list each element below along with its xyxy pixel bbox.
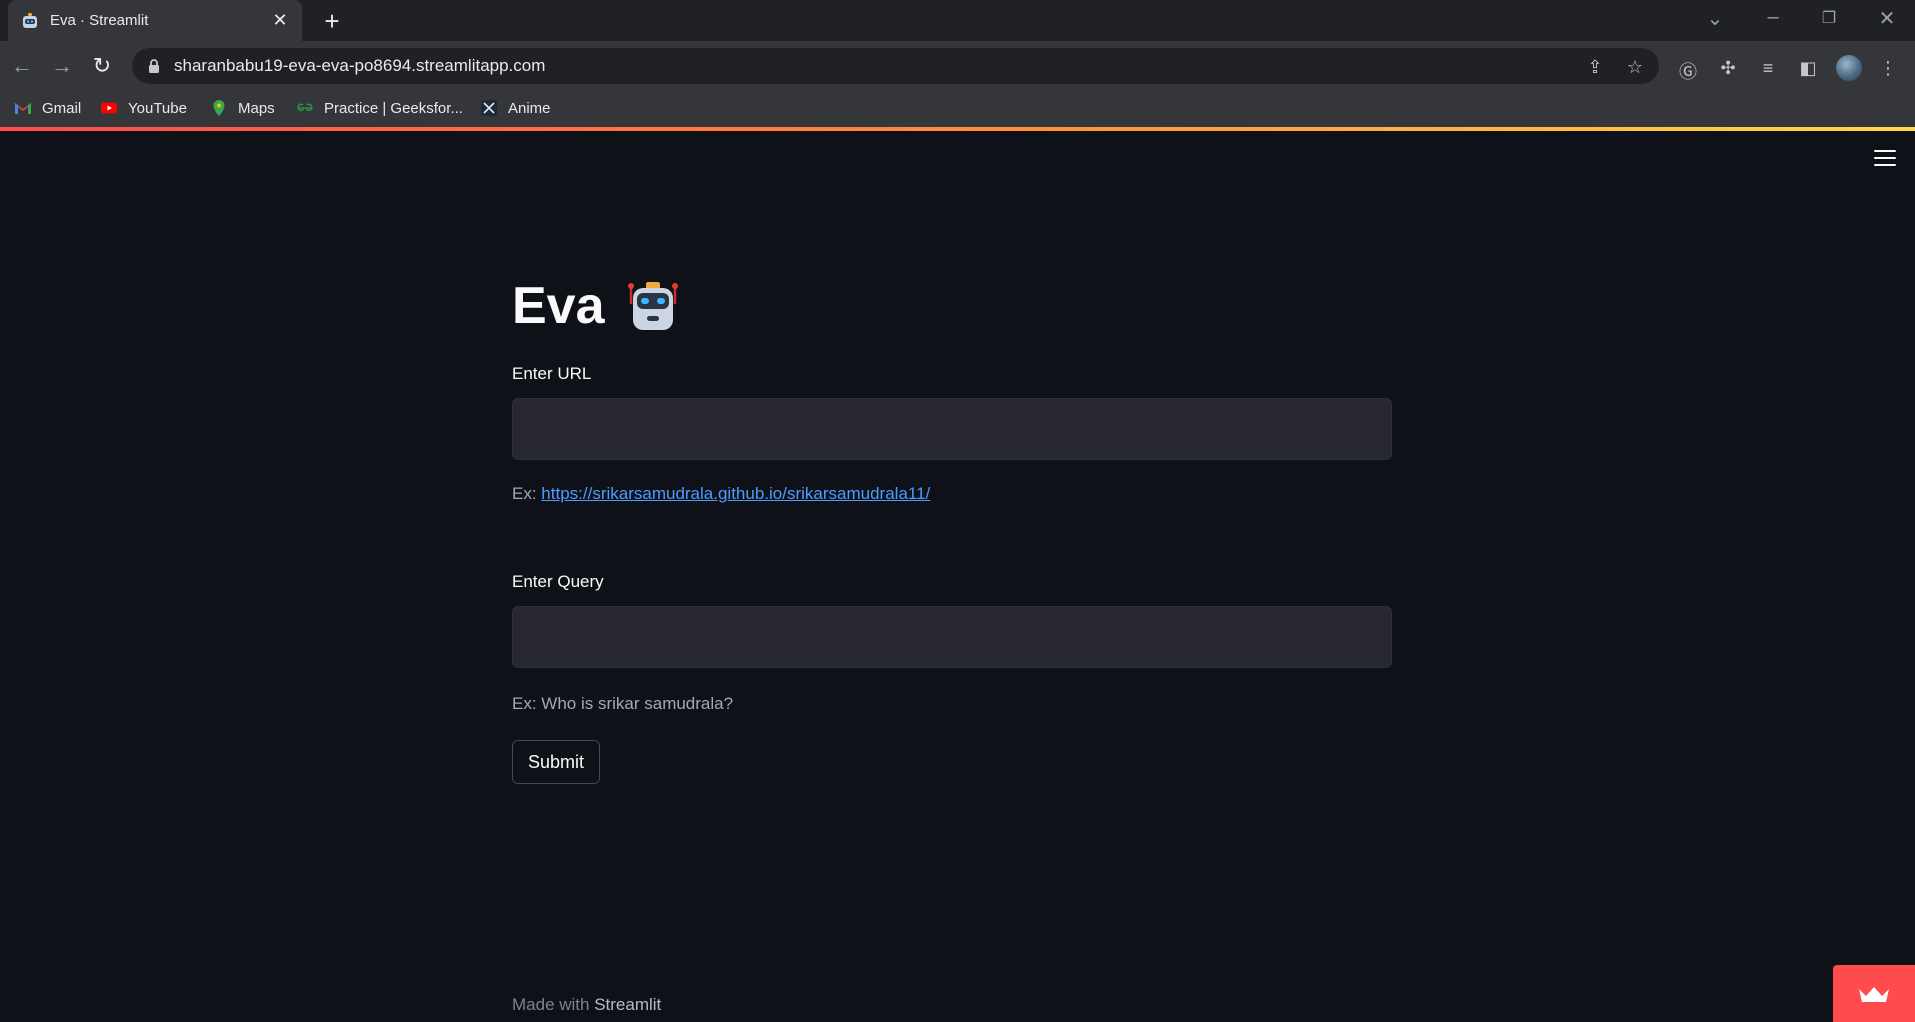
crown-icon — [1859, 986, 1889, 1002]
bookmark-anime[interactable]: Anime — [480, 99, 551, 117]
url-example: Ex: https://srikarsamudrala.github.io/sr… — [512, 484, 930, 504]
query-input[interactable] — [512, 606, 1392, 668]
url-example-prefix: Ex: — [512, 484, 542, 503]
restore-icon[interactable]: ❐ — [1814, 8, 1844, 28]
gmail-icon — [15, 103, 31, 114]
submit-button[interactable]: Submit — [512, 740, 601, 784]
streamlit-decoration-bar — [0, 127, 1915, 131]
tab-title: Eva · Streamlit — [50, 12, 149, 29]
tab-search-icon[interactable]: ⌄ — [1700, 6, 1730, 31]
more-menu-icon[interactable]: ⋮ — [1876, 58, 1900, 79]
page-header: Eva — [512, 270, 1392, 342]
bookmark-label: Maps — [238, 99, 275, 117]
main-content: Eva Enter URL Ex: https://srikarsamudral… — [512, 270, 1392, 784]
grammarly-extension-icon[interactable]: Ⓖ — [1676, 58, 1700, 84]
bookmarks-bar: Gmail YouTube Maps Practice | Geeksfor..… — [0, 91, 1915, 127]
side-panel-icon[interactable]: ◧ — [1796, 58, 1820, 79]
url-example-link[interactable]: https://srikarsamudrala.github.io/srikar… — [541, 484, 930, 503]
browser-toolbar: ← → ↻ sharanbabu19-eva-eva-po8694.stream… — [0, 41, 1915, 91]
streamlit-cloud-badge[interactable] — [1833, 965, 1915, 1022]
maps-icon — [213, 100, 225, 116]
footer: Made with Streamlit — [512, 995, 661, 1015]
streamlit-link[interactable]: Streamlit — [594, 995, 661, 1014]
new-tab-button[interactable]: + — [318, 6, 346, 37]
bookmark-geeksforgeeks[interactable]: Practice | Geeksfor... — [296, 99, 463, 117]
bookmark-maps[interactable]: Maps — [210, 99, 275, 117]
tab-close-icon[interactable]: ✕ — [270, 10, 290, 31]
extensions-puzzle-icon[interactable]: ✣ — [1716, 58, 1740, 79]
bookmark-label: Anime — [508, 99, 551, 117]
bookmark-label: Practice | Geeksfor... — [324, 99, 463, 117]
tab-strip: Eva · Streamlit ✕ + ⌄ – ❐ ✕ — [0, 0, 1915, 41]
media-control-icon[interactable]: ≡ — [1756, 58, 1780, 79]
geeksforgeeks-icon — [297, 103, 313, 112]
anime-icon — [481, 100, 497, 116]
lock-icon — [149, 59, 159, 73]
reload-icon[interactable]: ↻ — [89, 53, 115, 79]
bookmark-label: YouTube — [128, 99, 187, 117]
robot-favicon-icon — [23, 12, 37, 28]
bookmark-label: Gmail — [42, 99, 82, 117]
url-field-label: Enter URL — [512, 364, 592, 383]
youtube-icon — [101, 102, 117, 114]
footer-prefix: Made with — [512, 995, 595, 1014]
bookmark-youtube[interactable]: YouTube — [100, 99, 187, 117]
page-title: Eva — [512, 277, 605, 335]
query-example: Ex: Who is srikar samudrala? — [512, 694, 734, 713]
robot-icon — [627, 282, 678, 330]
address-bar[interactable]: sharanbabu19-eva-eva-po8694.streamlitapp… — [132, 48, 1659, 84]
minimize-icon[interactable]: – — [1758, 6, 1788, 29]
url-text: sharanbabu19-eva-eva-po8694.streamlitapp… — [174, 56, 546, 75]
browser-tab[interactable]: Eva · Streamlit ✕ — [8, 0, 302, 41]
query-field-label: Enter Query — [512, 572, 604, 591]
bookmark-gmail[interactable]: Gmail — [14, 99, 81, 117]
back-icon[interactable]: ← — [9, 53, 35, 79]
bookmark-star-icon[interactable]: ☆ — [1624, 57, 1646, 78]
share-icon[interactable]: ⇪ — [1584, 57, 1606, 78]
close-window-icon[interactable]: ✕ — [1872, 6, 1902, 31]
url-input[interactable] — [512, 398, 1392, 460]
profile-avatar[interactable] — [1836, 55, 1862, 81]
forward-icon[interactable]: → — [49, 53, 75, 79]
hamburger-menu-icon[interactable] — [1874, 150, 1896, 168]
